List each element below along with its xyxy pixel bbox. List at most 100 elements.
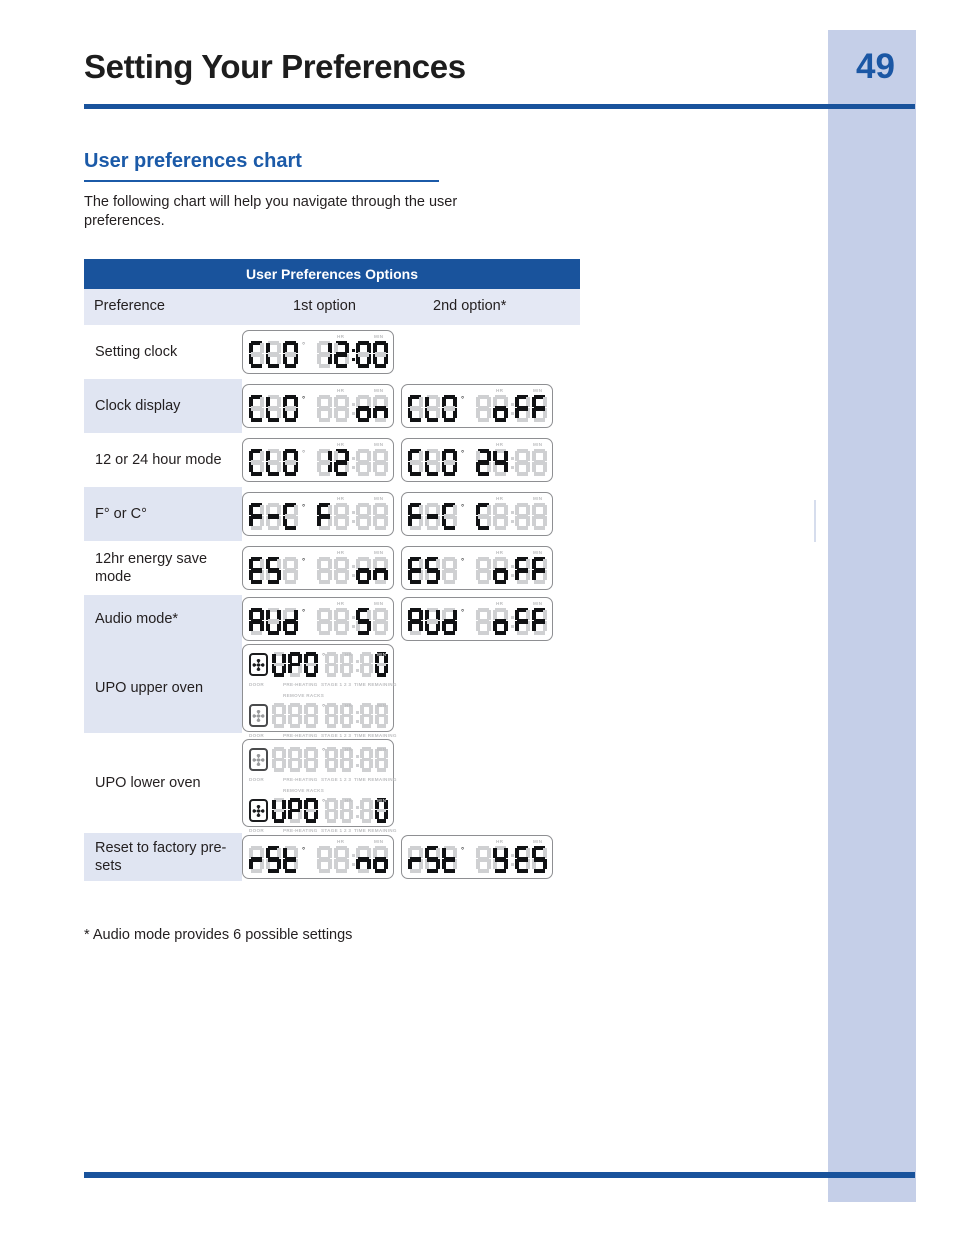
table-row: Clock display ° HR MIN ° HR MIN bbox=[84, 379, 580, 433]
lcd-digit-ghost bbox=[356, 503, 371, 530]
lcd-digit bbox=[272, 798, 286, 823]
lcd-digit bbox=[532, 395, 547, 422]
lcd-digit bbox=[283, 846, 298, 873]
lcd-right-group bbox=[476, 503, 547, 530]
footnote: * Audio mode provides 6 possible setting… bbox=[84, 927, 353, 943]
lcd-digit bbox=[304, 652, 318, 677]
lcd-digit-ghost bbox=[317, 846, 332, 873]
lcd-remove-racks-row: REMOVE RACKS bbox=[249, 788, 387, 796]
lcd-upper-oven-section: ° HR MIN DOOR PRE-HEATING STAGE 1 2 3 TIME REM… bbox=[249, 652, 396, 693]
table-body: Setting clock ° HR MIN Clock display ° HR MIN ° H… bbox=[84, 325, 580, 881]
lcd-digit bbox=[356, 341, 371, 368]
lcd-digit-ghost bbox=[325, 798, 339, 823]
lcd-mini-label: MIN bbox=[533, 496, 543, 501]
lcd-mini-label: HR bbox=[496, 496, 504, 501]
page-title: Setting Your Preferences bbox=[84, 48, 466, 85]
lcd-left-group bbox=[272, 652, 318, 677]
lcd-degree-icon: ° bbox=[302, 846, 306, 855]
preference-label: Setting clock bbox=[95, 344, 178, 360]
lcd-left-group bbox=[408, 503, 457, 530]
lcd-digit bbox=[493, 395, 508, 422]
lcd-degree-icon: ° bbox=[302, 608, 306, 617]
lcd-digit-ghost bbox=[360, 652, 374, 677]
lcd-digit bbox=[515, 557, 530, 584]
lcd-mini-label: HR bbox=[345, 798, 353, 803]
lcd-digit-ghost bbox=[334, 395, 349, 422]
lcd-display: ° HR MIN bbox=[242, 330, 394, 374]
lcd-upper-oven-section: ° HR MIN DOOR PRE-HEATING STAGE 1 2 3 TIME REM… bbox=[249, 747, 396, 788]
lcd-digit-ghost bbox=[360, 703, 374, 728]
lcd-right-group bbox=[317, 557, 388, 584]
lcd-digit bbox=[266, 503, 281, 530]
option-displays: ° HR MIN DOOR PRE-HEATING STAGE 1 2 3 TIME REM… bbox=[242, 643, 396, 738]
lcd-display: ° HR MIN bbox=[401, 438, 553, 482]
lcd-digit-ghost bbox=[334, 846, 349, 873]
lcd-digit-ghost bbox=[325, 652, 339, 677]
lcd-digit-ghost bbox=[334, 503, 349, 530]
lcd-digit bbox=[356, 557, 371, 584]
lcd-right-group bbox=[476, 608, 547, 635]
lcd-right-group bbox=[317, 846, 388, 873]
section-intro: The following chart will help you naviga… bbox=[84, 194, 458, 229]
lcd-digit bbox=[288, 798, 302, 823]
lcd-digit bbox=[425, 395, 440, 422]
lcd-digit-ghost bbox=[476, 557, 491, 584]
lcd-digit-ghost bbox=[325, 703, 339, 728]
lcd-degree-icon: ° bbox=[302, 557, 306, 566]
lcd-digit bbox=[373, 557, 388, 584]
lcd-digit bbox=[442, 395, 457, 422]
lcd-left-group bbox=[408, 846, 457, 873]
lcd-mini-label: MIN bbox=[374, 601, 384, 606]
lcd-digit bbox=[476, 503, 491, 530]
table-row: UPO lower oven ° HR MIN DOOR PRE-HEATING STAGE… bbox=[84, 733, 580, 833]
lcd-digit bbox=[283, 608, 298, 635]
lcd-degree-icon: ° bbox=[461, 846, 465, 855]
lcd-mini-label: MIN bbox=[377, 703, 387, 708]
lcd-left-group bbox=[408, 449, 457, 476]
lcd-digit bbox=[334, 341, 349, 368]
lcd-digit-ghost bbox=[304, 747, 318, 772]
option-displays: ° HR MIN ° HR MIN bbox=[242, 541, 553, 595]
lcd-digit-ghost bbox=[334, 608, 349, 635]
preference-label: 12hr energy save mode bbox=[95, 551, 208, 585]
lcd-digit-ghost bbox=[317, 608, 332, 635]
lcd-digit bbox=[425, 557, 440, 584]
page-edge-tick bbox=[814, 500, 816, 542]
lcd-digit-ghost bbox=[360, 798, 374, 823]
lcd-digit-ghost bbox=[493, 503, 508, 530]
lcd-degree-icon: ° bbox=[302, 449, 306, 458]
lcd-mini-label: HR bbox=[337, 442, 345, 447]
lcd-left-group bbox=[272, 747, 318, 772]
footer-rule bbox=[84, 1172, 915, 1178]
lcd-digit-ghost bbox=[476, 395, 491, 422]
lcd-right-group bbox=[476, 395, 547, 422]
lcd-degree-icon: ° bbox=[461, 449, 465, 458]
lcd-digit bbox=[493, 846, 508, 873]
lcd-left-group bbox=[249, 341, 298, 368]
lcd-degree-icon: ° bbox=[461, 608, 465, 617]
preference-label: UPO upper oven bbox=[84, 643, 242, 733]
lcd-mini-label: HR bbox=[345, 652, 353, 657]
lcd-digit-ghost bbox=[360, 747, 374, 772]
convection-fan-icon bbox=[249, 653, 268, 676]
lcd-mini-label: HR bbox=[496, 839, 504, 844]
lcd-right-group bbox=[317, 503, 388, 530]
lcd-mini-label: TIME REMAINING bbox=[354, 682, 397, 687]
lcd-digit bbox=[442, 449, 457, 476]
lcd-digit-ghost bbox=[304, 703, 318, 728]
table-row: 12 or 24 hour mode ° HR MIN ° HR MIN bbox=[84, 433, 580, 487]
lcd-digit bbox=[283, 341, 298, 368]
lcd-digit bbox=[249, 395, 264, 422]
option-displays: ° HR MIN bbox=[242, 325, 394, 379]
lcd-digit bbox=[283, 503, 298, 530]
lcd-digit bbox=[408, 608, 423, 635]
lcd-digit bbox=[373, 341, 388, 368]
lcd-digit bbox=[373, 846, 388, 873]
lcd-mini-label: REMOVE RACKS bbox=[283, 693, 325, 698]
lcd-left-group bbox=[249, 503, 298, 530]
table-row: UPO upper oven ° HR MIN DOOR PRE-HEATING STAGE… bbox=[84, 643, 580, 738]
lcd-mini-label: DOOR bbox=[249, 777, 264, 782]
lcd-mini-label: HR bbox=[337, 601, 345, 606]
lcd-mini-label: HR bbox=[337, 496, 345, 501]
lcd-digit bbox=[532, 846, 547, 873]
